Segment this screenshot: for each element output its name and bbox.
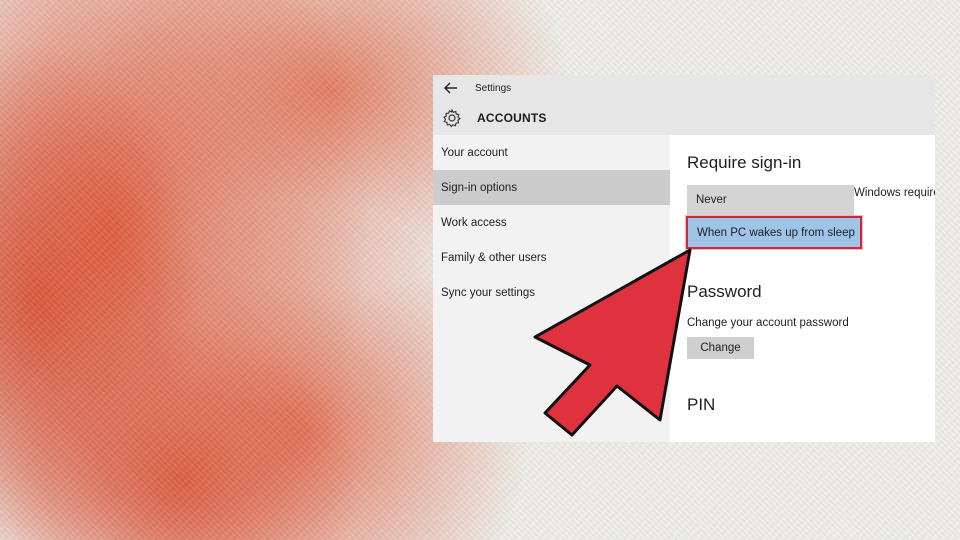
pointer-arrow-icon: [533, 248, 692, 437]
